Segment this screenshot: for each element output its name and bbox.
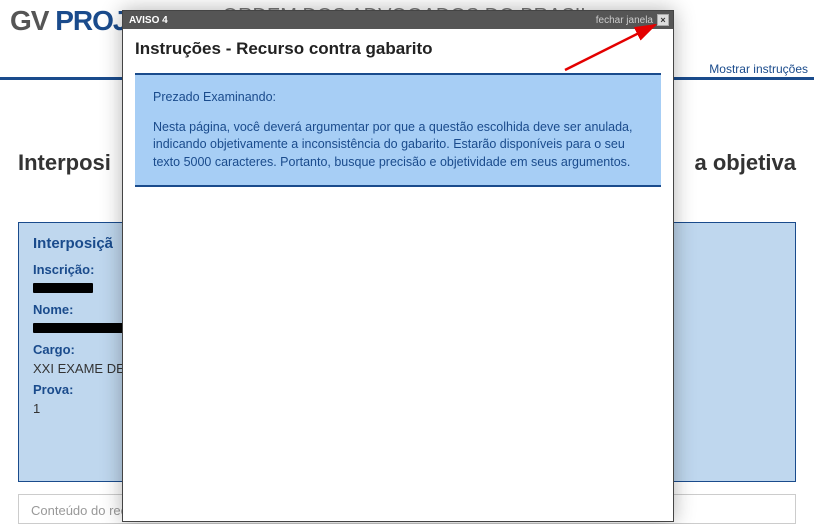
page-title-right: a objetiva — [695, 150, 796, 176]
instruction-body: Nesta página, você deverá argumentar por… — [153, 119, 643, 172]
instruction-greeting: Prezado Examinando: — [153, 89, 643, 107]
modal-body: Instruções - Recurso contra gabarito Pre… — [123, 29, 673, 197]
modal-titlebar-text: AVISO 4 — [129, 15, 168, 26]
modal-heading: Instruções - Recurso contra gabarito — [135, 39, 661, 59]
page-title-left: Interposi — [18, 150, 111, 176]
modal-titlebar: AVISO 4 fechar janela × — [123, 11, 673, 29]
instruction-modal: AVISO 4 fechar janela × Instruções - Rec… — [122, 10, 674, 522]
close-icon[interactable]: × — [657, 14, 669, 26]
show-instructions-link[interactable]: Mostrar instruções — [709, 62, 808, 76]
modal-close-group[interactable]: fechar janela × — [596, 14, 669, 26]
logo-text-1: GV — [10, 5, 55, 36]
modal-close-label: fechar janela — [596, 15, 653, 26]
instruction-box: Prezado Examinando: Nesta página, você d… — [135, 73, 661, 187]
